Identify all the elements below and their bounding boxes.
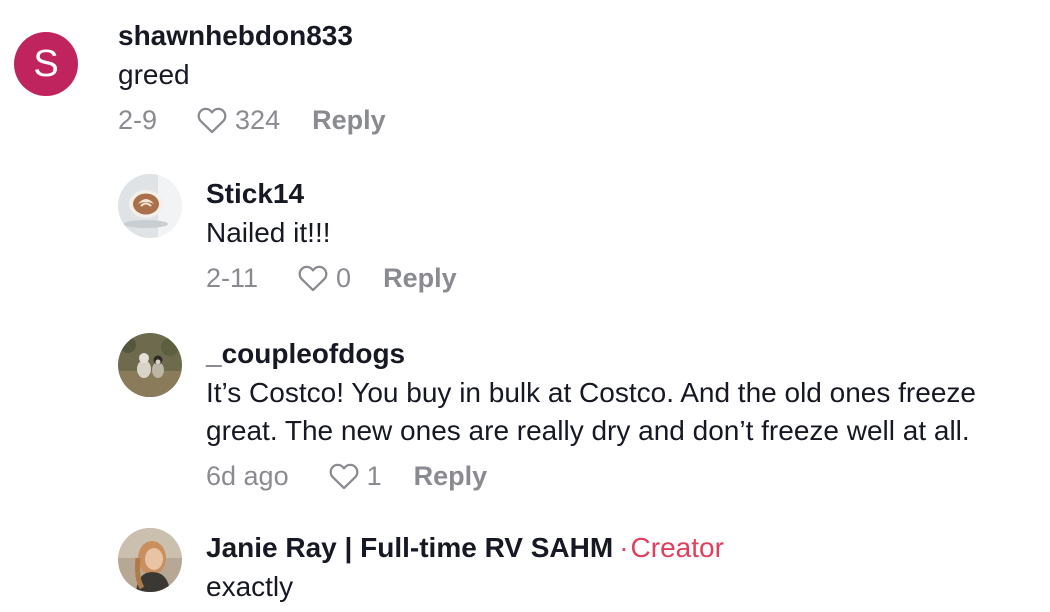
comment-date: 2-9 bbox=[118, 104, 158, 135]
username[interactable]: Janie Ray | Full-time RV SAHM bbox=[206, 532, 613, 563]
like-button[interactable]: 324 bbox=[195, 103, 280, 137]
username[interactable]: _coupleofdogs bbox=[206, 338, 405, 369]
reply-button[interactable]: Reply bbox=[414, 461, 488, 492]
heart-icon bbox=[197, 107, 227, 134]
comment-thread: S shawnhebdon833 greed 2-9 324 Reply Sti… bbox=[0, 0, 1050, 612]
comment-text-line: It’s Costco! You buy in bulk at Costco. … bbox=[206, 377, 976, 408]
heart-icon bbox=[329, 463, 359, 490]
comment-text: greed bbox=[118, 59, 190, 90]
like-button[interactable]: 1 bbox=[327, 459, 382, 493]
latte-art-avatar-image bbox=[118, 174, 182, 238]
avatar[interactable] bbox=[118, 174, 182, 238]
comment-text-line: great. The new ones are really dry and d… bbox=[206, 415, 970, 446]
avatar[interactable]: S bbox=[14, 32, 78, 96]
reply-button[interactable]: Reply bbox=[312, 105, 386, 136]
like-count: 1 bbox=[366, 460, 382, 491]
username[interactable]: Stick14 bbox=[206, 178, 304, 209]
avatar[interactable] bbox=[118, 333, 182, 397]
heart-icon bbox=[298, 265, 328, 292]
profile-photo-avatar-image bbox=[118, 528, 182, 592]
comment-text: It’s Costco! You buy in bulk at Costco. … bbox=[206, 374, 976, 450]
reply-button[interactable]: Reply bbox=[383, 263, 457, 294]
like-count: 324 bbox=[235, 104, 281, 135]
comment-text: Nailed it!!! bbox=[206, 217, 331, 248]
avatar[interactable] bbox=[118, 528, 182, 592]
like-count: 0 bbox=[336, 262, 352, 293]
separator-dot: · bbox=[619, 532, 629, 563]
comment-text: exactly bbox=[206, 571, 294, 602]
creator-badge: Creator bbox=[630, 532, 724, 563]
like-button[interactable]: 0 bbox=[296, 261, 351, 295]
avatar-letter: S bbox=[33, 42, 59, 85]
dogs-avatar-image bbox=[118, 333, 182, 397]
username[interactable]: shawnhebdon833 bbox=[118, 20, 353, 51]
comment-date: 2-11 bbox=[206, 262, 259, 293]
comment-date: 6d ago bbox=[206, 460, 289, 491]
